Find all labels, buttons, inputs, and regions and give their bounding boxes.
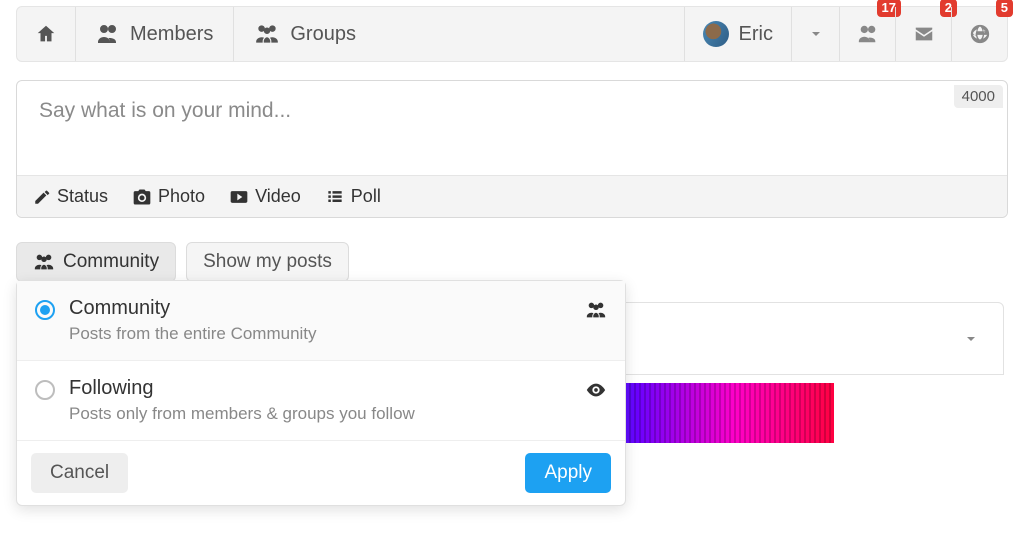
tool-video[interactable]: Video: [229, 186, 301, 207]
nav-friend-requests[interactable]: 17: [839, 7, 895, 61]
globe-icon: [969, 23, 991, 45]
nav-groups[interactable]: Groups: [234, 7, 376, 61]
chevron-down-icon: [963, 331, 979, 347]
members-icon: [96, 22, 120, 46]
tool-status-label: Status: [57, 186, 108, 207]
nav-user[interactable]: Eric: [684, 7, 791, 61]
filter-option-title: Community: [69, 297, 317, 320]
home-icon: [35, 23, 57, 45]
nav-messages[interactable]: 2: [895, 7, 951, 61]
tool-poll[interactable]: Poll: [325, 186, 381, 207]
tool-poll-label: Poll: [351, 186, 381, 207]
dropdown-actions: Cancel Apply: [17, 441, 625, 505]
camera-icon: [132, 187, 152, 207]
groups-icon: [33, 251, 55, 273]
tab-community[interactable]: Community: [16, 242, 176, 282]
notifications-badge: 5: [996, 0, 1013, 17]
filter-option-subtitle: Posts only from members & groups you fol…: [69, 404, 415, 424]
nav-home[interactable]: [17, 7, 76, 61]
chevron-down-icon: [808, 26, 824, 42]
tool-photo[interactable]: Photo: [132, 186, 205, 207]
compose-input[interactable]: Say what is on your mind...: [17, 81, 1007, 175]
tool-photo-label: Photo: [158, 186, 205, 207]
compose-toolbar: Status Photo Video Poll: [17, 175, 1007, 217]
tab-community-label: Community: [63, 251, 159, 273]
avatar: [703, 21, 729, 47]
nav-user-name: Eric: [739, 23, 773, 46]
filter-option-community[interactable]: Community Posts from the entire Communit…: [17, 281, 625, 361]
nav-user-menu[interactable]: [791, 7, 839, 61]
eye-icon: [585, 377, 607, 401]
nav-groups-label: Groups: [290, 23, 356, 46]
feed-filter-dropdown: Community Posts from the entire Communit…: [16, 280, 626, 506]
groups-icon: [254, 21, 280, 47]
friend-requests-icon: [857, 23, 879, 45]
filter-tabs: Community Show my posts: [16, 242, 1008, 282]
poll-icon: [325, 187, 345, 207]
apply-button[interactable]: Apply: [525, 453, 611, 493]
filter-option-title: Following: [69, 377, 415, 400]
envelope-icon: [913, 23, 935, 45]
nav-notifications[interactable]: 5: [951, 7, 1007, 61]
groups-icon: [585, 297, 607, 321]
tool-video-label: Video: [255, 186, 301, 207]
radio-unselected-icon: [35, 380, 55, 400]
compose-box: 4000 Say what is on your mind... Status …: [16, 80, 1008, 218]
tab-my-posts[interactable]: Show my posts: [186, 242, 349, 282]
filter-option-subtitle: Posts from the entire Community: [69, 324, 317, 344]
pencil-icon: [33, 188, 51, 206]
tool-status[interactable]: Status: [33, 186, 108, 207]
radio-selected-icon: [35, 300, 55, 320]
nav-members-label: Members: [130, 23, 213, 46]
video-icon: [229, 187, 249, 207]
tab-my-posts-label: Show my posts: [203, 251, 332, 273]
nav-members[interactable]: Members: [76, 7, 234, 61]
top-nav: Members Groups Eric 17 2 5: [16, 6, 1008, 62]
char-count: 4000: [954, 85, 1003, 108]
filter-option-following[interactable]: Following Posts only from members & grou…: [17, 361, 625, 441]
cancel-button[interactable]: Cancel: [31, 453, 128, 493]
